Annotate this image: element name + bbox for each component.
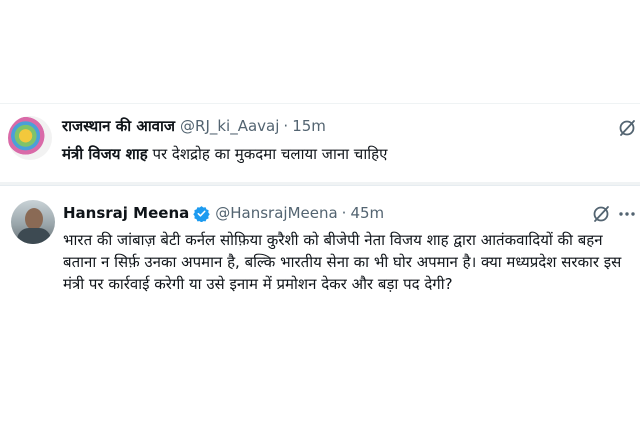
tweet-text: भारत की जांबाज़ बेटी कर्नल सोफ़िया कुरैश…	[63, 231, 622, 293]
verified-badge-icon	[193, 205, 210, 222]
tweet-text-rest: पर देशद्रोह का मुकदमा चलाया जाना चाहिए	[147, 145, 388, 163]
top-area	[0, 0, 640, 100]
more-options-icon[interactable]	[617, 204, 637, 224]
bottom-area	[0, 335, 640, 426]
display-name[interactable]: राजस्थान की आवाज	[62, 116, 175, 136]
avatar[interactable]	[8, 116, 52, 160]
grok-icon[interactable]	[591, 204, 611, 224]
user-handle[interactable]: @RJ_ki_Aavaj	[180, 116, 279, 136]
tweet-text: मंत्री विजय शाह पर देशद्रोह का मुकदमा चल…	[62, 143, 622, 165]
tweet-header: Hansraj Meena @HansrajMeena · 45m	[63, 203, 384, 223]
tweet-card[interactable]: राजस्थान की आवाज @RJ_ki_Aavaj · 15m मंत्…	[0, 103, 640, 182]
user-handle[interactable]: @HansrajMeena	[215, 203, 337, 223]
tweet-text-bold: मंत्री विजय शाह	[62, 145, 148, 163]
separator-dot: ·	[341, 204, 347, 222]
separator-dot: ·	[283, 117, 289, 135]
timestamp[interactable]: 45m	[350, 203, 384, 223]
avatar[interactable]	[11, 200, 55, 244]
avatar-body	[17, 228, 51, 244]
tweet-card[interactable]: Hansraj Meena @HansrajMeena · 45m भारत क…	[0, 185, 640, 335]
grok-icon[interactable]	[617, 118, 637, 138]
display-name[interactable]: Hansraj Meena	[63, 203, 189, 223]
avatar-face	[25, 208, 43, 230]
timestamp[interactable]: 15m	[292, 116, 326, 136]
tweet-header: राजस्थान की आवाज @RJ_ki_Aavaj · 15m	[62, 116, 326, 136]
